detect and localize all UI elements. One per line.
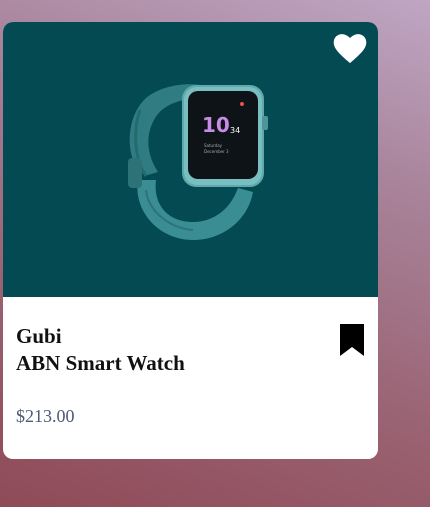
smartwatch-image: 10 34 Saturday December 3 — [128, 84, 268, 240]
product-info: Gubi ABN Smart Watch $213.00 — [3, 297, 378, 427]
product-title: Gubi ABN Smart Watch — [16, 323, 362, 377]
bookmark-icon[interactable] — [338, 323, 366, 357]
watch-hour: 10 — [202, 113, 230, 137]
watch-day: Saturday — [204, 143, 223, 148]
product-image-area: 10 34 Saturday December 3 — [3, 22, 378, 297]
watch-date: December 3 — [204, 149, 229, 154]
product-name: ABN Smart Watch — [16, 351, 185, 375]
product-price: $213.00 — [16, 406, 75, 426]
heart-icon[interactable] — [333, 33, 367, 65]
watch-minute: 34 — [230, 126, 240, 135]
product-card[interactable]: 10 34 Saturday December 3 Gubi ABN Smart… — [3, 22, 378, 459]
product-brand: Gubi — [16, 324, 62, 348]
